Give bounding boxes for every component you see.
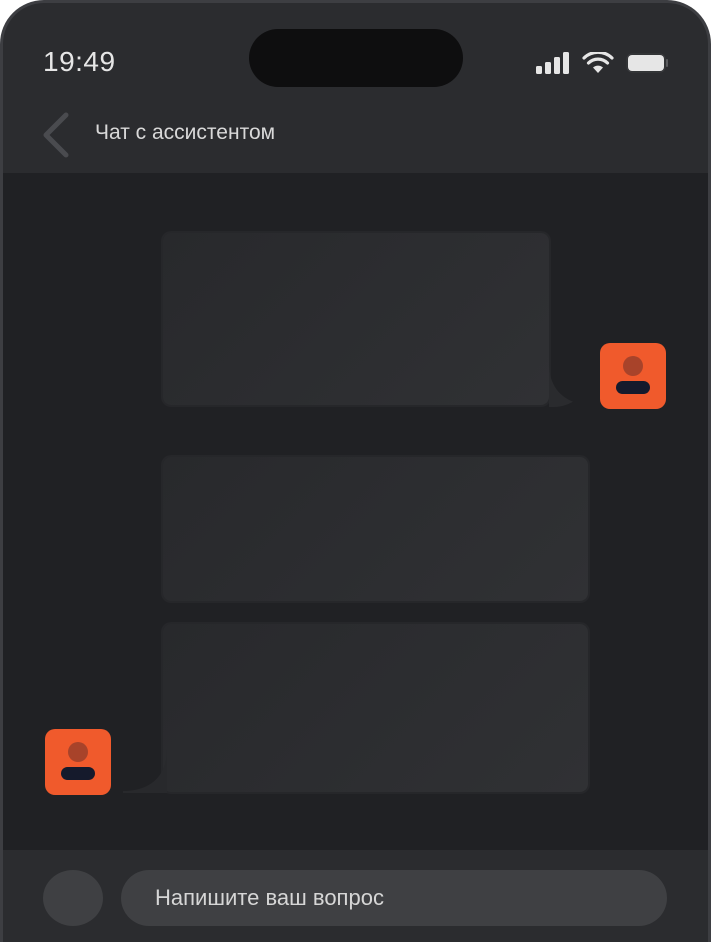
battery-icon [626, 53, 668, 73]
dynamic-island [249, 29, 463, 87]
status-bar: 19:49 [3, 3, 708, 103]
user-message-tail [549, 363, 593, 407]
back-button[interactable] [33, 109, 77, 161]
page-title: Чат с ассистентом [95, 121, 276, 144]
chevron-left-icon [43, 112, 69, 158]
user-message-bubble [163, 233, 549, 405]
avatar-head [68, 742, 88, 762]
user-avatar-icon [600, 343, 666, 409]
assistant-avatar-icon [45, 729, 111, 795]
assistant-message-bubble [163, 624, 588, 792]
chat-message-list[interactable] [3, 173, 708, 850]
composer-bar [3, 850, 708, 942]
attach-button[interactable] [43, 870, 103, 926]
cellular-signal-icon [536, 52, 569, 74]
wifi-icon [582, 52, 614, 73]
avatar-body [616, 381, 650, 394]
assistant-message-tail [123, 749, 167, 793]
avatar-head [623, 356, 643, 376]
avatar-body [61, 767, 95, 780]
phone-frame: 19:49 Чат с ассистентом Напишите ваш воп… [0, 0, 711, 942]
assistant-message-bubble [163, 457, 588, 601]
status-icons [536, 51, 668, 75]
message-input[interactable] [121, 870, 667, 926]
chat-header: Чат с ассистентом [3, 103, 708, 173]
status-time: 19:49 [43, 46, 116, 77]
